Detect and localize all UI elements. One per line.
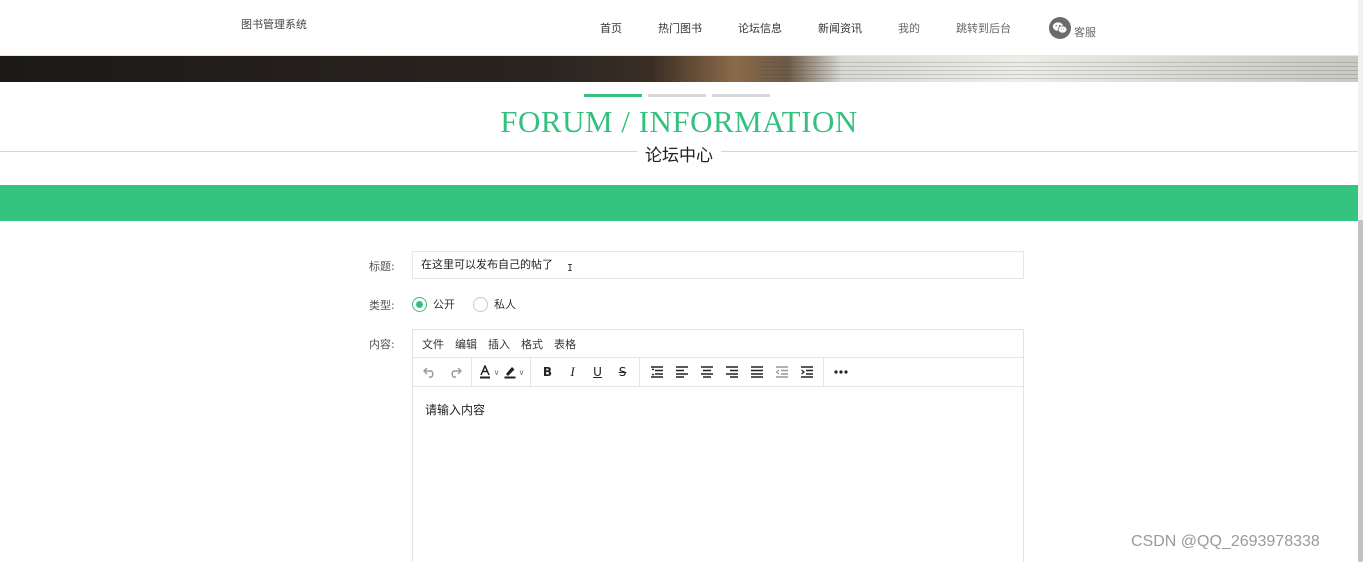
section-title-cn-wrap: 论坛中心	[0, 141, 1358, 166]
nav-item-mine[interactable]: 我的	[898, 20, 920, 36]
toolbar-group-more	[828, 358, 857, 386]
chevron-down-icon: ∨	[493, 367, 500, 377]
main-nav: 首页 热门图书 论坛信息 新闻资讯 我的 跳转到后台 客服	[600, 0, 1096, 56]
redo-icon[interactable]	[442, 361, 467, 383]
decoration-bar	[648, 94, 706, 97]
menu-format[interactable]: 格式	[521, 336, 543, 352]
radio-public[interactable]: 公开	[412, 296, 455, 312]
rich-text-editor: 文件 编辑 插入 格式 表格 ∨ ∨ B I U S 请输入内容	[412, 329, 1024, 562]
toolbar-group-history	[417, 358, 472, 386]
type-radio-group: 公开 私人	[412, 296, 534, 312]
align-right-icon[interactable]	[719, 361, 744, 383]
editor-toolbar: ∨ ∨ B I U S	[413, 358, 1023, 387]
radio-private-indicator[interactable]	[473, 296, 488, 312]
toolbar-group-color: ∨ ∨	[476, 358, 531, 386]
top-header: 图书管理系统 首页 热门图书 论坛信息 新闻资讯 我的 跳转到后台 客服	[0, 0, 1358, 56]
radio-private-label: 私人	[494, 298, 516, 311]
section-title-cn: 论坛中心	[637, 141, 721, 166]
editor-menubar: 文件 编辑 插入 格式 表格	[413, 330, 1023, 358]
radio-public-label: 公开	[433, 298, 455, 311]
align-justify-icon[interactable]	[744, 361, 769, 383]
editor-content-area[interactable]: 请输入内容	[413, 387, 1023, 432]
site-brand[interactable]: 图书管理系统	[241, 16, 307, 32]
section-title-en: FORUM / INFORMATION	[500, 104, 858, 139]
menu-insert[interactable]: 插入	[488, 336, 510, 352]
nav-item-news[interactable]: 新闻资讯	[818, 20, 862, 36]
align-center-icon[interactable]	[694, 361, 719, 383]
highlight-icon[interactable]: ∨	[501, 361, 526, 383]
scrollbar-thumb[interactable]	[1358, 220, 1363, 562]
menu-edit[interactable]: 编辑	[455, 336, 477, 352]
customer-service-button[interactable]: 客服	[1049, 16, 1096, 40]
green-band	[0, 185, 1358, 221]
wechat-icon	[1049, 17, 1071, 39]
nav-item-hot-books[interactable]: 热门图书	[658, 20, 702, 36]
menu-table[interactable]: 表格	[554, 336, 576, 352]
nav-item-forum[interactable]: 论坛信息	[738, 20, 782, 36]
decoration-bar	[712, 94, 770, 97]
banner-image	[0, 56, 1358, 82]
bold-icon[interactable]: B	[535, 361, 560, 383]
text-color-icon[interactable]: ∨	[476, 361, 501, 383]
strikethrough-icon[interactable]: S	[610, 361, 635, 383]
underline-icon[interactable]: U	[585, 361, 610, 383]
toolbar-group-format: B I U S	[535, 358, 640, 386]
title-decoration	[584, 94, 770, 97]
title-input[interactable]: 在这里可以发布自己的帖了	[412, 251, 1024, 279]
watermark: CSDN @QQ_2693978338	[1131, 533, 1320, 550]
page-scrollbar[interactable]	[1358, 0, 1363, 562]
sheet-music-pattern	[760, 59, 1358, 79]
title-label: 标题:	[369, 260, 395, 273]
decoration-bar-active	[584, 94, 642, 97]
more-icon[interactable]	[828, 361, 853, 383]
nav-item-home[interactable]: 首页	[600, 20, 622, 36]
content-label: 内容:	[369, 338, 395, 351]
undo-icon[interactable]	[417, 361, 442, 383]
i-beam-cursor: I	[567, 263, 574, 274]
radio-public-indicator[interactable]	[412, 296, 427, 312]
indent-icon[interactable]	[794, 361, 819, 383]
line-height-icon[interactable]	[644, 361, 669, 383]
customer-service-label: 客服	[1074, 26, 1096, 39]
menu-file[interactable]: 文件	[422, 336, 444, 352]
chevron-down-icon: ∨	[518, 367, 525, 377]
align-left-icon[interactable]	[669, 361, 694, 383]
nav-item-admin[interactable]: 跳转到后台	[956, 20, 1011, 36]
italic-icon[interactable]: I	[560, 361, 585, 383]
radio-private[interactable]: 私人	[473, 296, 516, 312]
type-label: 类型:	[369, 299, 395, 312]
toolbar-group-align	[644, 358, 824, 386]
outdent-icon[interactable]	[769, 361, 794, 383]
